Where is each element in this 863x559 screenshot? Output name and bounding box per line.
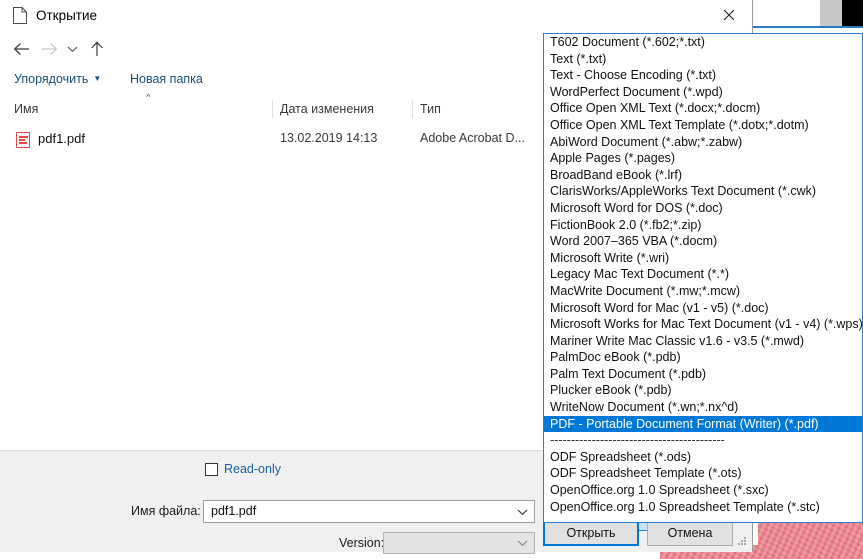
dropdown-item[interactable]: Mariner Write Mac Classic v1.6 - v3.5 (*… [544, 333, 862, 350]
file-type: Adobe Acrobat D... [420, 131, 525, 145]
background-black-strip [842, 0, 863, 26]
file-name-label: Имя файла: [131, 504, 201, 518]
organize-button[interactable]: Упорядочить ▼ [14, 72, 101, 86]
dropdown-item[interactable]: WordPerfect Document (*.wpd) [544, 84, 862, 101]
dropdown-separator: ----------------------------------------… [544, 432, 862, 449]
dropdown-item[interactable]: Microsoft Write (*.wri) [544, 250, 862, 267]
arrow-right-icon [36, 36, 62, 61]
arrow-left-icon[interactable] [8, 36, 34, 61]
file-name-input[interactable]: pdf1.pdf [203, 500, 535, 523]
pdf-file-icon [16, 132, 30, 148]
dropdown-item[interactable]: ClarisWorks/AppleWorks Text Document (*.… [544, 183, 862, 200]
chevron-down-icon: ▼ [93, 74, 101, 83]
dropdown-item[interactable]: T602 Document (*.602;*.txt) [544, 34, 862, 51]
document-icon [13, 7, 27, 24]
dropdown-item[interactable]: AbiWord Document (*.abw;*.zabw) [544, 134, 862, 151]
dropdown-item[interactable]: Microsoft Word for Mac (v1 - v5) (*.doc) [544, 300, 862, 317]
dropdown-item[interactable]: Text - Choose Encoding (*.txt) [544, 67, 862, 84]
dropdown-item[interactable]: PalmDoc eBook (*.pdb) [544, 349, 862, 366]
dropdown-item[interactable]: ODF Spreadsheet (*.ods) [544, 449, 862, 466]
file-name-value: pdf1.pdf [211, 504, 256, 518]
dropdown-item[interactable]: WriteNow Document (*.wn;*.nx^d) [544, 399, 862, 416]
column-header-type[interactable]: Тип [420, 102, 441, 116]
file-type-dropdown-list[interactable]: T602 Document (*.602;*.txt)Text (*.txt)T… [543, 33, 863, 523]
column-header-date[interactable]: Дата изменения [280, 102, 374, 116]
chevron-down-icon[interactable] [517, 501, 528, 522]
dropdown-item[interactable]: Microsoft Works for Mac Text Document (v… [544, 316, 862, 333]
dropdown-item[interactable]: Word 2007–365 VBA (*.docm) [544, 233, 862, 250]
dropdown-item[interactable]: ODF Spreadsheet Template (*.ots) [544, 465, 862, 482]
dropdown-item[interactable]: BroadBand eBook (*.lrf) [544, 167, 862, 184]
window-title: Открытие [36, 7, 97, 24]
open-button[interactable]: Открыть [543, 520, 639, 546]
resize-grip[interactable] [738, 537, 748, 547]
file-name: pdf1.pdf [38, 131, 85, 146]
cancel-button[interactable]: Отмена [647, 520, 733, 546]
version-select[interactable] [383, 532, 535, 554]
dropdown-item[interactable]: Legacy Mac Text Document (*.*) [544, 266, 862, 283]
organize-label: Упорядочить [14, 72, 88, 86]
chevron-down-icon[interactable] [62, 36, 82, 61]
dropdown-item[interactable]: Plucker eBook (*.pdb) [544, 382, 862, 399]
dropdown-item[interactable]: OpenOffice.org 1.0 Spreadsheet Template … [544, 499, 862, 516]
dropdown-item[interactable]: Apple Pages (*.pages) [544, 150, 862, 167]
dropdown-item[interactable]: Palm Text Document (*.pdb) [544, 366, 862, 383]
dropdown-item[interactable]: MacWrite Document (*.mw;*.mcw) [544, 283, 862, 300]
dropdown-item[interactable]: Office Open XML Text Template (*.dotx;*.… [544, 117, 862, 134]
column-header-name[interactable]: Имя [14, 102, 38, 116]
file-date-modified: 13.02.2019 14:13 [280, 131, 377, 145]
new-folder-button[interactable]: Новая папка [130, 72, 203, 86]
dropdown-item[interactable]: FictionBook 2.0 (*.fb2;*.zip) [544, 217, 862, 234]
dropdown-item[interactable]: PDF - Portable Document Format (Writer) … [544, 416, 862, 433]
dropdown-item[interactable]: Microsoft Word for DOS (*.doc) [544, 200, 862, 217]
dropdown-item[interactable]: Office Open XML Text (*.docx;*.docm) [544, 100, 862, 117]
dropdown-item[interactable]: Text (*.txt) [544, 51, 862, 68]
column-divider[interactable] [272, 100, 273, 118]
column-divider[interactable] [412, 100, 413, 118]
close-button[interactable] [706, 0, 752, 30]
version-label: Version: [339, 536, 384, 550]
chevron-down-icon[interactable] [517, 533, 528, 553]
screen: Открытие [0, 0, 863, 559]
read-only-checkbox[interactable]: Read-only [205, 462, 281, 476]
background-grey-strip [820, 0, 842, 26]
checkbox-box[interactable] [205, 463, 218, 476]
title-bar: Открытие [0, 0, 752, 31]
read-only-label: Read-only [224, 462, 281, 476]
arrow-up-icon[interactable] [84, 36, 110, 61]
dropdown-item[interactable]: OpenOffice.org 1.0 Spreadsheet (*.sxc) [544, 482, 862, 499]
